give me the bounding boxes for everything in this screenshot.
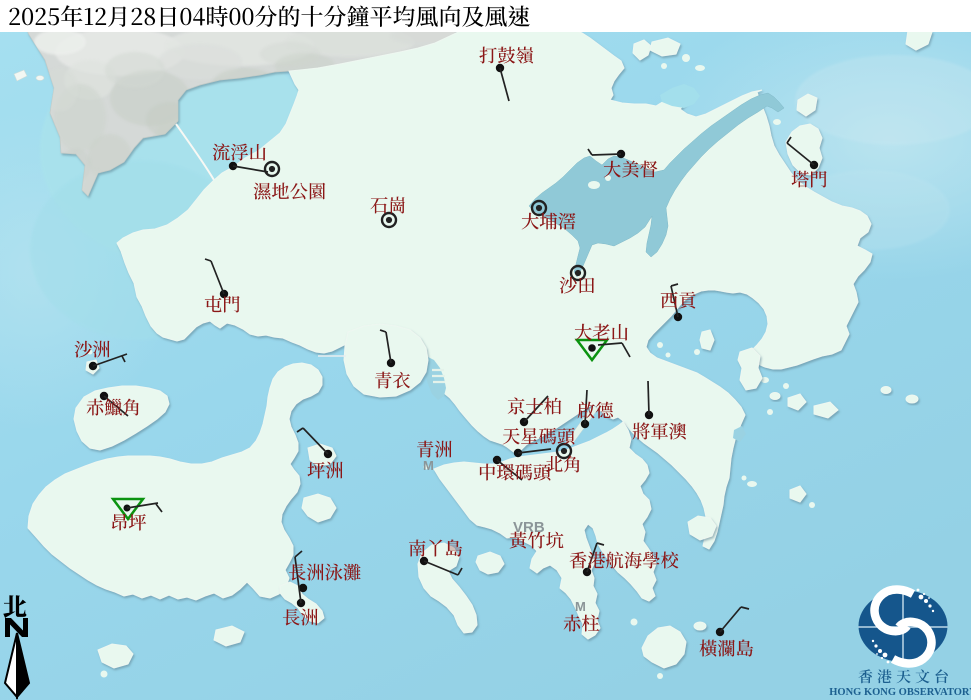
svg-text:HONG KONG OBSERVATORY: HONG KONG OBSERVATORY	[829, 687, 971, 698]
svg-text:M: M	[423, 458, 434, 473]
svg-text:M: M	[575, 599, 586, 614]
svg-text:VRB: VRB	[513, 519, 545, 536]
